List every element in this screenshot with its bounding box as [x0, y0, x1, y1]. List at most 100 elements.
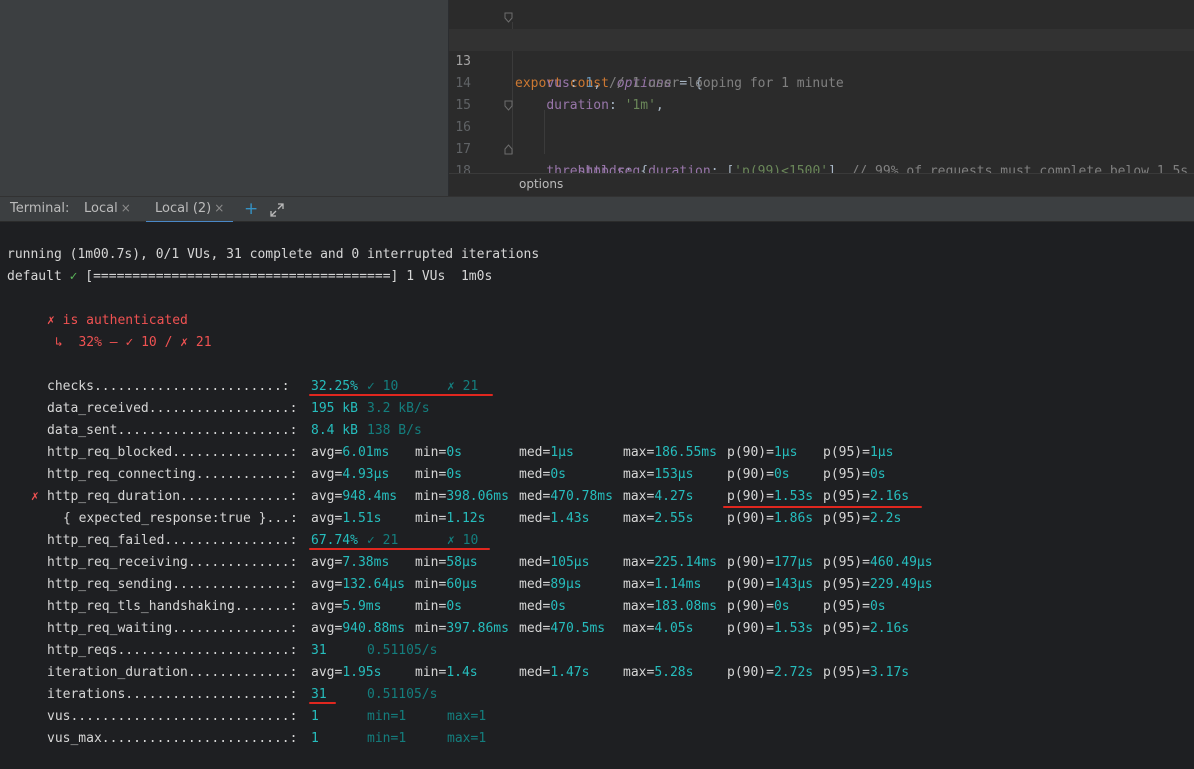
metric-p90: p(90)=1.86s [727, 508, 813, 530]
metric-med: med=0s [519, 464, 566, 486]
metric-row: http_req_connecting............: avg=4.93… [0, 464, 1194, 486]
tab-local[interactable]: Local × [84, 201, 131, 216]
metric-p90-label: p(90)= [727, 555, 774, 570]
metric-min-label: min= [415, 599, 447, 614]
metric-p95: p(95)=2.2s [823, 508, 901, 530]
code-line-13[interactable]: 13 vus: 1, // 1 user looping for 1 minut… [449, 29, 1194, 91]
metric-p95-value: 2.16s [869, 621, 910, 636]
metric-label: data_received [47, 401, 149, 416]
metric-p95-value: 460.49µs [869, 555, 933, 570]
metric-max-label: max= [623, 511, 655, 526]
metric-row: http_reqs......................: 31 0.5110… [0, 640, 1194, 662]
metric-row: iteration_duration.............: avg=1.95… [0, 662, 1194, 684]
metric-min-label: min= [415, 621, 447, 636]
metric-p95: p(95)=460.49µs [823, 552, 933, 574]
code-editor[interactable]: 12 export const options = { 13 vus: 1, /… [449, 0, 1194, 196]
code-line-16[interactable]: 16 thresholds: { [449, 95, 1194, 179]
metric-med-label: med= [519, 511, 551, 526]
metric-med-label: med= [519, 599, 551, 614]
metric-max: max=1 [447, 728, 486, 750]
code-line-18[interactable]: 18 }, [449, 139, 1194, 179]
metric-med-value: 105µs [550, 555, 590, 570]
metric-name: vus............................: [47, 706, 297, 728]
metric-row: http_req_waiting...............: avg=940.… [0, 618, 1194, 640]
metric-dots: ................: [164, 533, 298, 548]
red-underline [309, 702, 336, 704]
metric-avg: avg=132.64µs [311, 574, 405, 596]
metric-p95-value: 1µs [869, 445, 894, 460]
metric-dots: ......................: [117, 423, 298, 438]
metric-label: vus [47, 709, 71, 724]
metric-max-label: max= [623, 621, 655, 636]
close-icon[interactable]: × [214, 201, 224, 215]
metric-med: med=105µs [519, 552, 589, 574]
metric-p90-label: p(90)= [727, 599, 774, 614]
metric-dots: ........................: [93, 379, 290, 394]
metric-max: max=2.55s [623, 508, 693, 530]
metric-min-value: 1 [398, 709, 407, 724]
fold-arrow-icon[interactable] [504, 12, 513, 23]
metric-max-label: max= [447, 709, 479, 724]
scenario-name: default [7, 269, 62, 284]
metric-p95-value: 229.49µs [869, 577, 933, 592]
code-line-14[interactable]: 14 duration: '1m', [449, 51, 1194, 113]
metric-p95-label: p(95)= [823, 445, 870, 460]
metric-min: min=1 [367, 728, 406, 750]
metric-avg-label: avg= [311, 445, 343, 460]
expand-icon[interactable] [270, 203, 284, 217]
metric-p90: p(90)=0s [727, 464, 790, 486]
metric-avg-label: avg= [311, 621, 343, 636]
breadcrumb-item[interactable]: options [519, 177, 563, 191]
code-line-12[interactable]: 12 export const options = { [449, 7, 1194, 91]
metric-min-label: min= [415, 445, 447, 460]
metric-p90: p(90)=2.72s [727, 662, 813, 684]
metric-avg-label: avg= [311, 599, 343, 614]
metric-name: http_req_tls_handshaking.......: [47, 596, 297, 618]
metric-min-value: 398.06ms [446, 489, 509, 504]
metric-min-label: min= [367, 709, 399, 724]
metric-p90: p(90)=177µs [727, 552, 813, 574]
metric-name: vus_max........................: [47, 728, 297, 750]
editor-breadcrumb[interactable]: options [449, 173, 1194, 196]
metric-p90-label: p(90)= [727, 489, 774, 504]
metric-p95: p(95)=229.49µs [823, 574, 933, 596]
fold-arrow-icon[interactable] [504, 144, 513, 155]
metric-avg-value: 132.64µs [342, 577, 405, 592]
metric-p90-label: p(90)= [727, 621, 774, 636]
metric-avg: avg=1.95s [311, 662, 381, 684]
metric-name: checks........................: [47, 376, 290, 398]
tab-local-2[interactable]: Local (2) × [145, 201, 234, 224]
tab-label: Local [84, 201, 118, 216]
metric-min-value: 397.86ms [446, 621, 509, 636]
metric-p95-value: 2.2s [869, 511, 902, 526]
metric-avg-label: avg= [311, 577, 343, 592]
metric-max-value: 1 [478, 731, 487, 746]
metric-avg-value: 6.01ms [342, 445, 390, 460]
metric-name: http_req_waiting...............: [47, 618, 297, 640]
metric-row: http_req_receiving.............: avg=7.38… [0, 552, 1194, 574]
metric-max-label: max= [623, 489, 655, 504]
metric-rate: 3.2 kB/s [367, 401, 430, 416]
metric-name: http_req_blocked...............: [47, 442, 297, 464]
metric-name: data_sent......................: [47, 420, 297, 442]
metric-p90: p(90)=1.53s [727, 486, 813, 508]
code-line-15[interactable]: 15 [449, 73, 1194, 113]
metric-p90-value: 2.72s [773, 665, 814, 680]
terminal-output[interactable]: running (1m00.7s), 0/1 VUs, 31 complete … [0, 222, 1194, 769]
metric-min-label: min= [415, 511, 447, 526]
metric-name: data_received..................: [47, 398, 297, 420]
metric-name: iterations.....................: [47, 684, 297, 706]
plus-icon[interactable]: + [244, 199, 258, 219]
metric-p90-label: p(90)= [727, 577, 774, 592]
metric-med-value: 470.5ms [550, 621, 606, 636]
metric-avg-value: 7.38ms [342, 555, 390, 570]
metric-p90-label: p(90)= [727, 445, 774, 460]
metric-p95-label: p(95)= [823, 621, 870, 636]
close-icon[interactable]: × [121, 201, 131, 215]
metric-min: min=60µs [415, 574, 478, 596]
fold-arrow-icon[interactable] [504, 100, 513, 111]
metric-label: vus_max [47, 731, 102, 746]
metric-avg-value: 1.51s [342, 511, 382, 526]
code-line-17[interactable]: 17 http_req_duration: ['p(99)<1500'], //… [449, 117, 1194, 179]
metric-dots: .......: [234, 599, 298, 614]
